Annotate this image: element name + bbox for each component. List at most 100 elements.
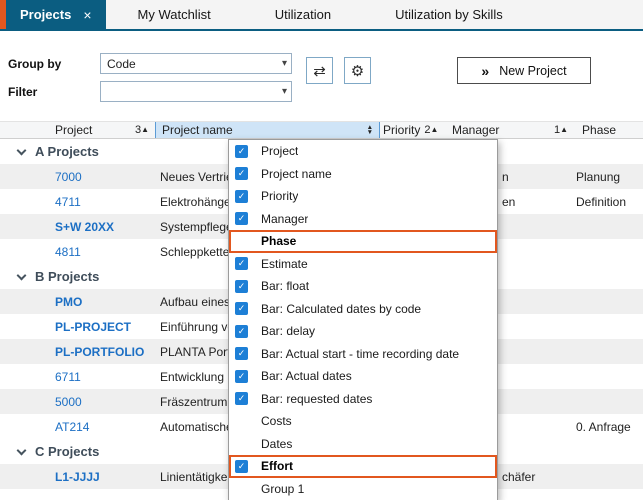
chevron-down-icon [17,270,27,280]
gear-icon: ⚙ [351,62,364,80]
column-header-project[interactable]: Project 3▲ [45,122,155,138]
column-menu-item[interactable]: ✓Bar: Actual start - time recording date [229,343,497,366]
project-code-link[interactable]: 4711 [45,195,155,209]
filter-label: Filter [8,85,37,99]
column-menu-item-label: Project name [261,167,332,181]
sort-arrow-icon: ▲ [430,125,438,134]
column-menu-item[interactable]: ✓ Effort [229,455,497,478]
column-header-manager-label: Manager [452,123,499,137]
sort-badge-priority: 2▲ [424,124,438,136]
column-menu-item-label: Bar: float [261,279,309,293]
checkbox-checked-icon[interactable]: ✓ [235,325,248,338]
chevron-down-icon: ▾ [282,86,287,97]
column-menu-item-label: Bar: delay [261,324,315,338]
project-code-link[interactable]: AT214 [45,420,155,434]
group-label: A Projects [35,144,99,159]
chevron-down-icon [17,445,27,455]
checkbox-checked-icon[interactable]: ✓ [235,167,248,180]
column-menu-item[interactable]: ✓Estimate [229,253,497,276]
group-label: C Projects [35,444,99,459]
double-chevron-icon: » [481,63,489,79]
tab-my-watchlist-label: My Watchlist [138,7,211,22]
checkbox-checked-icon[interactable]: ✓ [235,460,248,473]
column-header-project-name[interactable]: Project name ▲▼ [155,122,380,138]
column-menu: ✓Project✓Project name✓Priority✓Manager✓P… [228,139,498,500]
checkbox-checked-icon[interactable]: ✓ [235,392,248,405]
column-menu-item-label: Bar: Actual dates [261,369,352,383]
sort-badge-project: 3▲ [135,124,149,136]
settings-button[interactable]: ⚙ [344,57,371,84]
project-code-link[interactable]: L1-JJJJ [45,470,155,484]
column-menu-item[interactable]: ✓ Bar: delay [229,320,497,343]
column-menu-item[interactable]: ✓Phase [229,230,497,253]
filter-dropdown[interactable]: ▾ [100,81,292,102]
checkbox-checked-icon[interactable]: ✓ [235,190,248,203]
column-menu-item[interactable]: ✓ Bar: Calculated dates by code [229,298,497,321]
column-menu-item-label: Group 1 [261,482,304,496]
checkbox-checked-icon[interactable]: ✓ [235,257,248,270]
column-menu-item-label: Project [261,144,298,158]
column-menu-item-label: Phase [261,234,296,248]
tab-utilization-by-skills[interactable]: Utilization by Skills [363,0,535,29]
column-menu-item[interactable]: ✓Dates [229,433,497,456]
sort-badge-phase: 1▲ [554,124,568,136]
column-menu-item[interactable]: ✓ Priority [229,185,497,208]
close-icon[interactable]: × [83,8,91,22]
group-label: B Projects [35,269,99,284]
project-code-link[interactable]: PMO [45,295,155,309]
column-header-priority-label: Priority [383,123,420,137]
sort-toggle-icon[interactable]: ▲▼ [367,125,373,136]
checkbox-checked-icon[interactable]: ✓ [235,145,248,158]
project-code-link[interactable]: S+W 20XX [45,220,155,234]
project-code-link[interactable]: 7000 [45,170,155,184]
column-menu-item-label: Costs [261,414,292,428]
tab-utilization[interactable]: Utilization [243,0,363,29]
column-menu-item[interactable]: ✓ Project name [229,163,497,186]
column-menu-item[interactable]: ✓ Bar: float [229,275,497,298]
column-menu-item[interactable]: ✓Group 1 [229,478,497,500]
new-project-button[interactable]: » New Project [457,57,591,84]
column-menu-item-label: Priority [261,189,298,203]
group-by-value: Code [107,57,282,71]
group-by-dropdown[interactable]: Code ▾ [100,53,292,74]
sort-arrow-icon: ▲ [560,125,568,134]
column-header-project-name-label: Project name [162,123,233,137]
sort-arrow-icon: ▲ [141,125,149,134]
chevron-down-icon: ▾ [282,58,287,69]
project-code-link[interactable]: 6711 [45,370,155,384]
tab-utilization-by-skills-label: Utilization by Skills [395,7,503,22]
tab-projects-label: Projects [20,7,71,22]
project-code-link[interactable]: 4811 [45,245,155,259]
refresh-icon: ⇄ [313,62,326,80]
checkbox-checked-icon[interactable]: ✓ [235,302,248,315]
header-indent [0,122,45,138]
column-header-phase[interactable]: 1▲ Phase [552,122,643,138]
phase-cell: Planung [552,170,643,184]
checkbox-checked-icon[interactable]: ✓ [235,280,248,293]
column-header-phase-label: Phase [582,123,616,137]
checkbox-checked-icon[interactable]: ✓ [235,347,248,360]
column-header-manager[interactable]: Manager [450,122,552,138]
checkbox-checked-icon[interactable]: ✓ [235,212,248,225]
project-code-link[interactable]: 5000 [45,395,155,409]
project-code-link[interactable]: PL-PROJECT [45,320,155,334]
project-code-link[interactable]: PL-PORTFOLIO [45,345,155,359]
column-menu-item-label: Bar: Calculated dates by code [261,302,421,316]
column-menu-item-label: Bar: requested dates [261,392,372,406]
refresh-button[interactable]: ⇄ [306,57,333,84]
group-by-label: Group by [8,57,61,71]
column-menu-item[interactable]: ✓ Bar: requested dates [229,388,497,411]
chevron-down-icon [17,145,27,155]
tab-projects[interactable]: Projects × [6,0,106,29]
column-menu-item-label: Manager [261,212,308,226]
table-header: Project 3▲ Project name ▲▼ Priority 2▲ M… [0,121,643,139]
tab-my-watchlist[interactable]: My Watchlist [106,0,243,29]
column-menu-item[interactable]: ✓Costs [229,410,497,433]
column-menu-item[interactable]: ✓ Bar: Actual dates [229,365,497,388]
column-menu-item[interactable]: ✓ Manager [229,208,497,231]
column-menu-item[interactable]: ✓ Project [229,140,497,163]
column-menu-item-label: Effort [261,459,293,473]
column-header-priority[interactable]: Priority 2▲ [380,122,450,138]
checkbox-checked-icon[interactable]: ✓ [235,370,248,383]
column-menu-item-label: Dates [261,437,292,451]
